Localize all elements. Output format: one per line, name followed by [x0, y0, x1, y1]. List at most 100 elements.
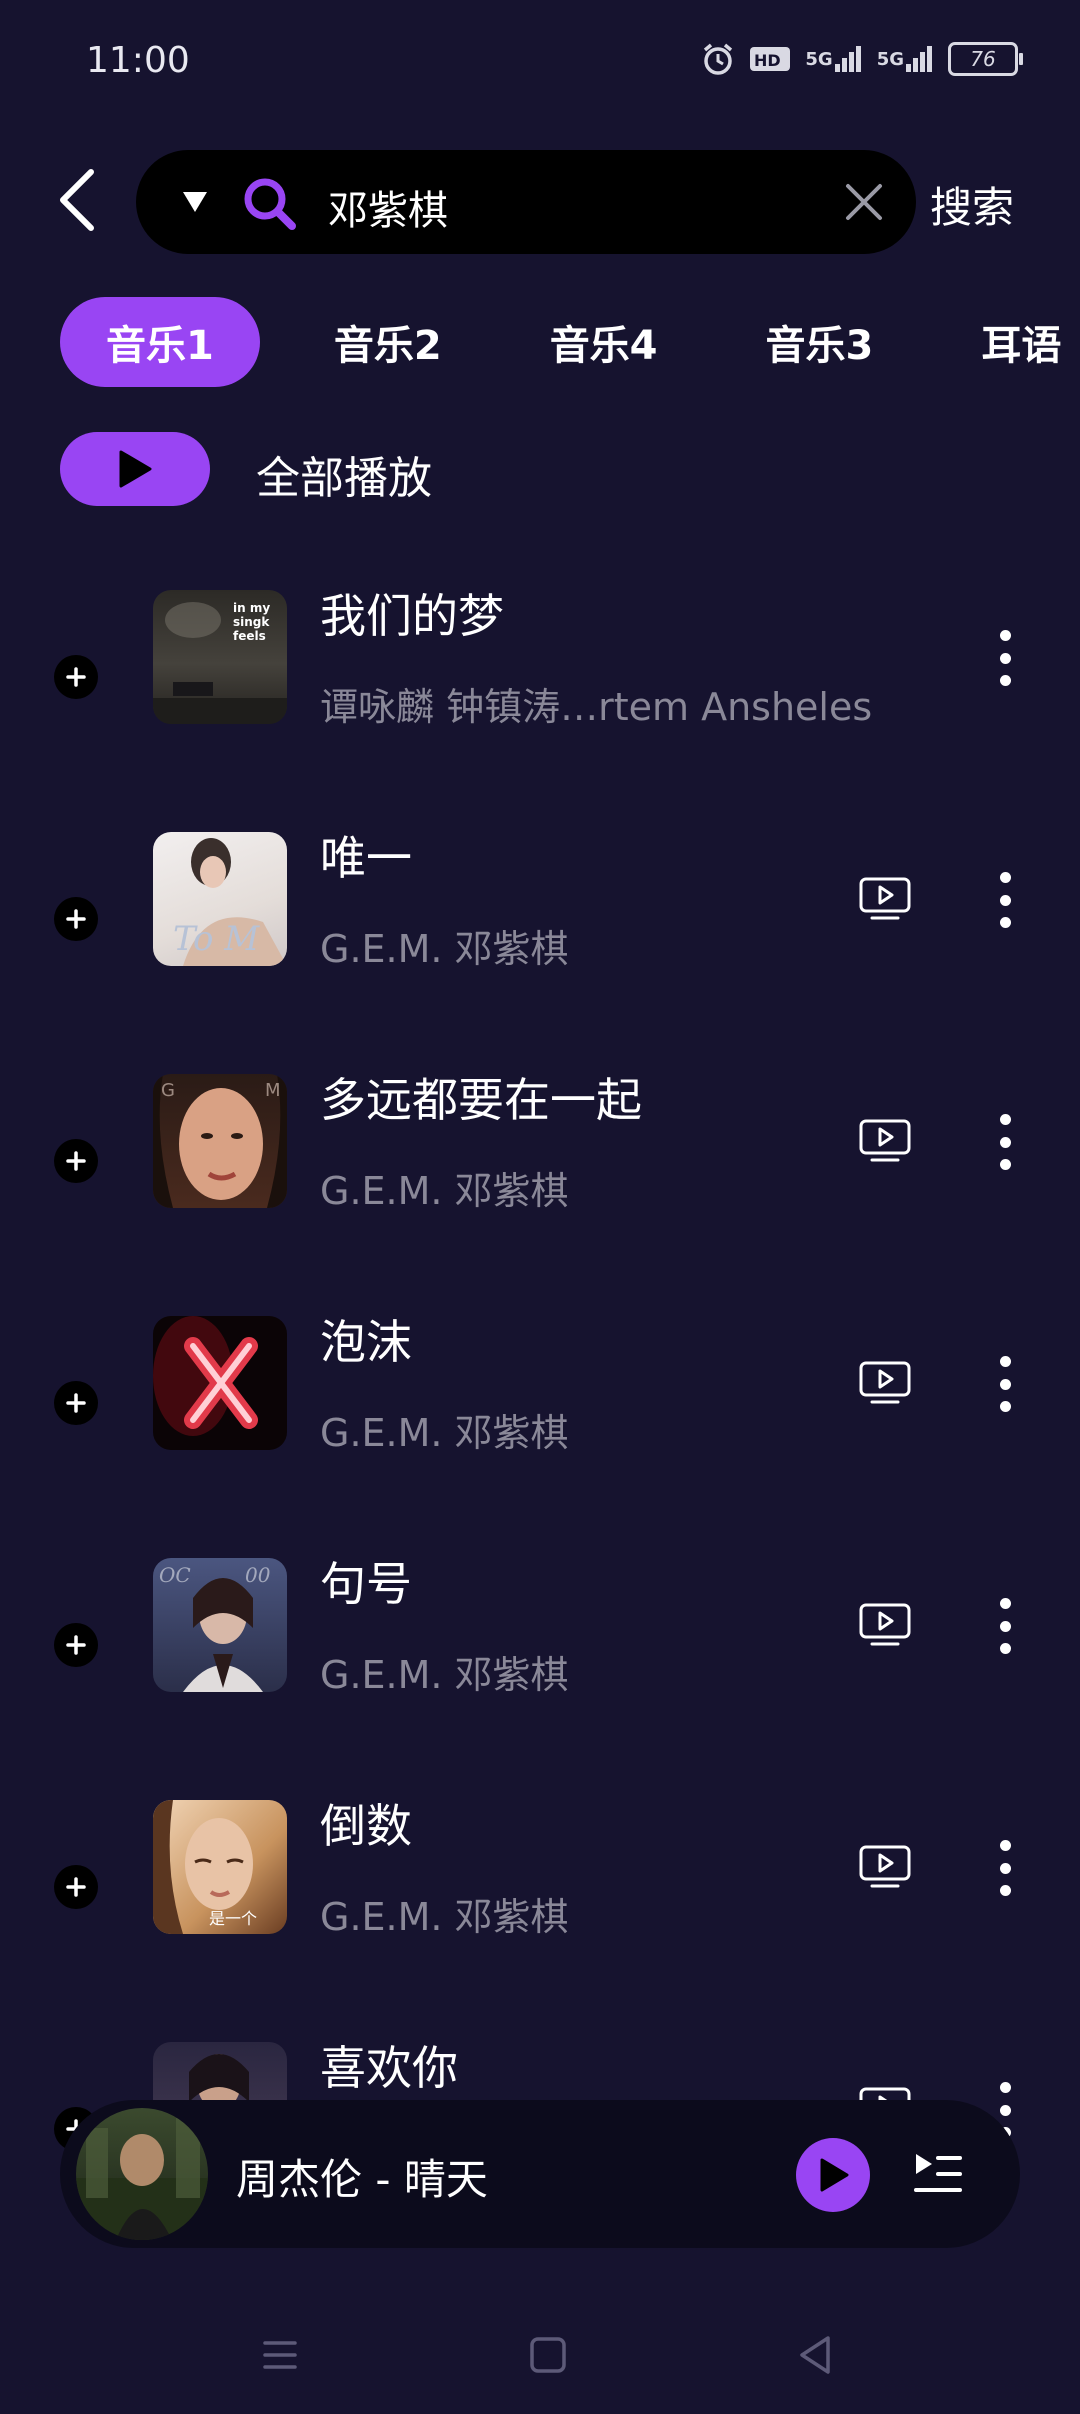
- dot: [999, 1401, 1011, 1412]
- play-icon: [119, 450, 152, 488]
- dot: [999, 1159, 1011, 1170]
- song-row[interactable]: OC 00 句号 G.E.M. 邓紫棋: [0, 1508, 1080, 1748]
- svg-text:00: 00: [245, 1563, 271, 1587]
- song-row[interactable]: in my singk feels 我们的梦 谭咏麟 钟镇涛…rtem Ansh…: [0, 540, 1080, 780]
- tab-music-1[interactable]: 音乐1: [60, 297, 260, 387]
- more-options-button[interactable]: [990, 1840, 1020, 1896]
- play-all-label[interactable]: 全部播放: [256, 442, 432, 506]
- dot: [999, 917, 1011, 928]
- song-title: 泡沫: [320, 1315, 412, 1369]
- song-title: 句号: [320, 1557, 412, 1611]
- album-cover: G M: [153, 1074, 287, 1208]
- music-video-icon[interactable]: [858, 876, 912, 922]
- clear-icon[interactable]: [842, 180, 886, 224]
- album-cover: 是一个: [153, 1800, 287, 1934]
- dot: [999, 1840, 1011, 1851]
- add-to-playlist-button[interactable]: [54, 655, 98, 699]
- status-bar: 11:00 HD 5G 5G 76: [0, 0, 1080, 130]
- song-title: 喜欢你: [320, 2041, 458, 2095]
- home-nav-icon[interactable]: [523, 2330, 573, 2380]
- play-all-button[interactable]: [60, 432, 210, 506]
- add-to-playlist-button[interactable]: [54, 1139, 98, 1183]
- dot: [999, 675, 1011, 686]
- song-row[interactable]: To M 唯一 G.E.M. 邓紫棋: [0, 782, 1080, 1022]
- song-artist: G.E.M. 邓紫棋: [320, 1653, 569, 1697]
- mini-play-button[interactable]: [796, 2138, 870, 2212]
- status-icons: HD 5G 5G 76: [701, 42, 1023, 76]
- dot: [999, 630, 1011, 641]
- triangle-down-icon: [183, 192, 207, 212]
- menu-nav-icon[interactable]: [255, 2330, 305, 2380]
- add-to-playlist-button[interactable]: [54, 1381, 98, 1425]
- dot: [999, 1620, 1011, 1632]
- hd-icon: HD: [749, 45, 791, 73]
- add-to-playlist-button[interactable]: [54, 897, 98, 941]
- song-title: 多远都要在一起: [320, 1073, 642, 1127]
- signal-2-label: 5G: [876, 48, 904, 70]
- dot: [999, 1885, 1011, 1896]
- search-icon: [244, 178, 296, 230]
- music-video-icon[interactable]: [858, 1844, 912, 1890]
- svg-text:in my: in my: [233, 601, 270, 615]
- svg-text:HD: HD: [754, 51, 781, 70]
- dot: [999, 894, 1011, 906]
- playlist-queue-icon[interactable]: [910, 2146, 966, 2202]
- back-button[interactable]: [52, 165, 102, 235]
- add-to-playlist-button[interactable]: [54, 1865, 98, 1909]
- album-cover: [153, 1316, 287, 1450]
- search-query[interactable]: 邓紫棋: [328, 178, 448, 236]
- more-options-button[interactable]: [990, 1356, 1020, 1412]
- song-row[interactable]: G M 多远都要在一起 G.E.M. 邓紫棋: [0, 1024, 1080, 1264]
- tab-music-4[interactable]: 音乐4: [520, 297, 688, 387]
- more-options-button[interactable]: [990, 1598, 1020, 1654]
- now-playing-title: 周杰伦 - 晴天: [236, 2155, 488, 2204]
- battery-icon: 76: [948, 42, 1023, 76]
- system-nav-bar: [0, 2300, 1080, 2414]
- battery-level: 76: [970, 47, 996, 71]
- song-title: 倒数: [320, 1799, 412, 1853]
- more-options-button[interactable]: [990, 1114, 1020, 1170]
- dot: [999, 1862, 1011, 1874]
- music-video-icon[interactable]: [858, 1360, 912, 1406]
- tab-whisper[interactable]: 耳语: [951, 297, 1080, 387]
- dot: [999, 1114, 1011, 1125]
- signal-2-icon: 5G: [877, 44, 934, 74]
- album-cover: OC 00: [153, 1558, 287, 1692]
- dot: [999, 1356, 1011, 1367]
- music-video-icon[interactable]: [858, 1118, 912, 1164]
- dot: [999, 1598, 1011, 1609]
- svg-text:singk: singk: [233, 615, 270, 629]
- back-nav-icon[interactable]: [790, 2330, 840, 2380]
- song-artist: G.E.M. 邓紫棋: [320, 1169, 569, 1213]
- search-input[interactable]: 邓紫棋: [136, 150, 916, 254]
- svg-text:G: G: [161, 1080, 175, 1101]
- category-tabs: 音乐1 音乐2 音乐4 音乐3 耳语: [60, 297, 1080, 387]
- dot: [999, 872, 1011, 883]
- dot: [999, 2082, 1011, 2093]
- dot: [999, 652, 1011, 664]
- search-button[interactable]: 搜索: [930, 174, 1014, 235]
- song-title: 我们的梦: [320, 589, 504, 643]
- cover-art-red-x: [153, 1316, 258, 1436]
- alarm-icon: [701, 42, 735, 76]
- svg-text:M: M: [265, 1080, 281, 1101]
- song-row[interactable]: 泡沫 G.E.M. 邓紫棋: [0, 1266, 1080, 1506]
- back-arrow-icon: [60, 169, 94, 231]
- more-options-button[interactable]: [990, 630, 1020, 686]
- cover-art-portrait-closeup: G M: [153, 1074, 287, 1208]
- cover-art-blue-portrait: OC 00: [159, 1563, 271, 1692]
- now-playing-cover: [76, 2108, 208, 2240]
- dot: [999, 1378, 1011, 1390]
- search-type-dropdown[interactable]: [178, 185, 212, 219]
- song-row[interactable]: 是一个 倒数 G.E.M. 邓紫棋: [0, 1750, 1080, 1990]
- cover-art-now-playing: [76, 2118, 208, 2240]
- more-options-button[interactable]: [990, 872, 1020, 928]
- plus-icon: [66, 1393, 86, 1413]
- add-to-playlist-button[interactable]: [54, 1623, 98, 1667]
- song-artist: G.E.M. 邓紫棋: [320, 1411, 569, 1455]
- song-artist: G.E.M. 邓紫棋: [320, 1895, 569, 1939]
- tab-music-3[interactable]: 音乐3: [736, 297, 904, 387]
- mini-player[interactable]: 周杰伦 - 晴天: [60, 2100, 1020, 2248]
- tab-music-2[interactable]: 音乐2: [304, 297, 472, 387]
- music-video-icon[interactable]: [858, 1602, 912, 1648]
